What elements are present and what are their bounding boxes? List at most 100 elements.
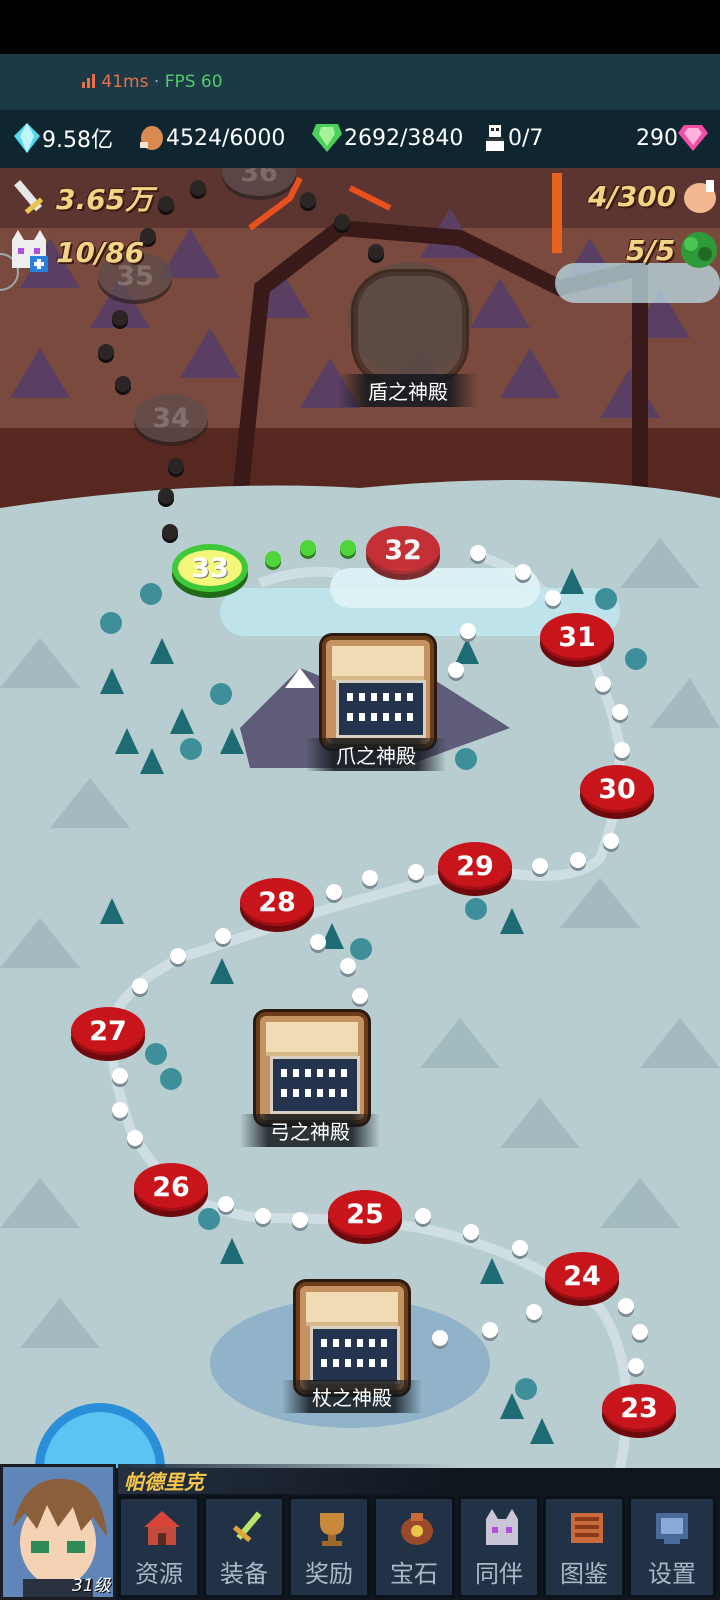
nav-resources-label: 资源 xyxy=(135,1560,183,1588)
stamina-stat[interactable]: 4/300 xyxy=(588,176,720,216)
stage-node-28[interactable]: 28 xyxy=(240,878,314,926)
pine-tree xyxy=(500,908,524,934)
bow-temple[interactable] xyxy=(256,1012,368,1124)
shield-temple-label: 盾之神殿 xyxy=(338,374,478,407)
round-tree xyxy=(198,1208,220,1230)
world-map[interactable]: 36 35 34 33 32 31 30 29 28 27 26 25 24 2… xyxy=(0,168,720,1468)
stage-node-25[interactable]: 25 xyxy=(328,1190,402,1238)
path-dot xyxy=(98,344,114,360)
emerald-icon xyxy=(312,124,342,152)
stage-node-31[interactable]: 31 xyxy=(540,613,614,661)
bow-temple-label: 弓之神殿 xyxy=(240,1114,380,1147)
stage-node-32[interactable]: 32 xyxy=(366,526,440,574)
performance-readout: 41ms · FPS 60 xyxy=(82,72,223,92)
nav-settings-button[interactable]: 设置 xyxy=(628,1496,716,1598)
path-dot-cleared xyxy=(300,540,316,556)
path-dot xyxy=(352,988,368,1004)
path-dot xyxy=(218,1196,234,1212)
diamond-icon xyxy=(14,123,40,153)
path-dot xyxy=(470,545,486,561)
round-tree xyxy=(595,588,617,610)
bush-value: 5/5 xyxy=(626,233,676,267)
fps-value: FPS 60 xyxy=(164,72,223,92)
path-dot xyxy=(112,1102,128,1118)
round-tree xyxy=(180,738,202,760)
pet-stat[interactable]: 10/86 xyxy=(8,230,144,274)
meat-counter[interactable]: 4524/6000 xyxy=(138,118,285,158)
bush-icon xyxy=(681,232,718,268)
path-dot xyxy=(170,948,186,964)
sword-icon xyxy=(14,180,44,215)
emerald-counter[interactable]: 2692/3840 xyxy=(312,118,463,158)
round-tree xyxy=(625,648,647,670)
hero-value: 0/7 xyxy=(508,125,544,151)
round-tree xyxy=(350,938,372,960)
round-tree xyxy=(140,583,162,605)
stage-node-34[interactable]: 34 xyxy=(134,394,208,442)
path-dot xyxy=(190,180,206,196)
path-dot xyxy=(448,662,464,678)
bush-stat[interactable]: 5/5 xyxy=(626,230,719,270)
nav-gems-button[interactable]: 宝石 xyxy=(373,1496,455,1598)
staff-temple[interactable] xyxy=(296,1282,408,1394)
path-dot xyxy=(460,623,476,639)
gem-counter[interactable]: 290 xyxy=(636,118,710,158)
stage-node-27[interactable]: 27 xyxy=(71,1007,145,1055)
power-stat[interactable]: 3.65万 xyxy=(8,176,153,220)
meat-value: 4524/6000 xyxy=(166,125,286,151)
round-tree xyxy=(515,1378,537,1400)
pine-tree xyxy=(150,638,174,664)
pine-tree xyxy=(115,728,139,754)
hero-counter[interactable]: 0/7 xyxy=(484,118,543,158)
nav-companions-button[interactable]: 同伴 xyxy=(458,1496,540,1598)
path-dot xyxy=(603,833,619,849)
path-dot xyxy=(362,870,378,886)
book-icon xyxy=(571,1513,603,1543)
stage-node-30[interactable]: 30 xyxy=(580,765,654,813)
nav-codex-button[interactable]: 图鉴 xyxy=(543,1496,625,1598)
stage-node-29[interactable]: 29 xyxy=(438,842,512,890)
path-dot xyxy=(570,852,586,868)
staff-temple-label: 杖之神殿 xyxy=(282,1380,422,1413)
meat-icon xyxy=(140,126,163,150)
stage-node-33-current[interactable]: 33 xyxy=(172,544,248,592)
diamond-value: 9.58亿 xyxy=(42,128,113,153)
diamond-counter[interactable]: 9.58亿 xyxy=(14,118,113,158)
pine-tree xyxy=(560,568,584,594)
pet-icon xyxy=(12,230,48,272)
path-dot xyxy=(300,192,316,208)
path-dot-cleared xyxy=(265,551,281,567)
nav-rewards-button[interactable]: 奖励 xyxy=(288,1496,370,1598)
nav-rewards-label: 奖励 xyxy=(305,1560,353,1588)
path-dot xyxy=(334,214,350,230)
power-value: 3.65万 xyxy=(56,183,154,216)
path-dot xyxy=(628,1358,644,1374)
pine-tree xyxy=(455,638,479,664)
path-dot xyxy=(526,1304,542,1320)
nav-equipment-button[interactable]: 装备 xyxy=(203,1496,285,1598)
path-dot xyxy=(408,864,424,880)
round-tree xyxy=(455,748,477,770)
gem-value: 290 xyxy=(636,125,678,151)
path-dot xyxy=(168,458,184,474)
path-dot xyxy=(255,1208,271,1224)
shield-temple[interactable] xyxy=(354,272,466,384)
path-dot xyxy=(127,1130,143,1146)
meat-icon xyxy=(684,180,717,213)
nav-equipment-label: 装备 xyxy=(220,1560,268,1588)
stage-node-23[interactable]: 23 xyxy=(602,1384,676,1432)
perf-separator: · xyxy=(153,72,160,92)
path-dot xyxy=(310,934,326,950)
path-dot xyxy=(415,1208,431,1224)
claw-temple[interactable] xyxy=(322,636,434,748)
path-dot xyxy=(215,928,231,944)
path-dot xyxy=(292,1212,308,1228)
path-dot xyxy=(612,704,628,720)
stage-node-26[interactable]: 26 xyxy=(134,1163,208,1211)
nav-resources-button[interactable]: 资源 xyxy=(118,1496,200,1598)
path-dot xyxy=(326,884,342,900)
stamina-value: 4/300 xyxy=(588,179,677,213)
path-dot xyxy=(340,958,356,974)
system-status-bar xyxy=(0,0,720,54)
stage-node-24[interactable]: 24 xyxy=(545,1252,619,1300)
